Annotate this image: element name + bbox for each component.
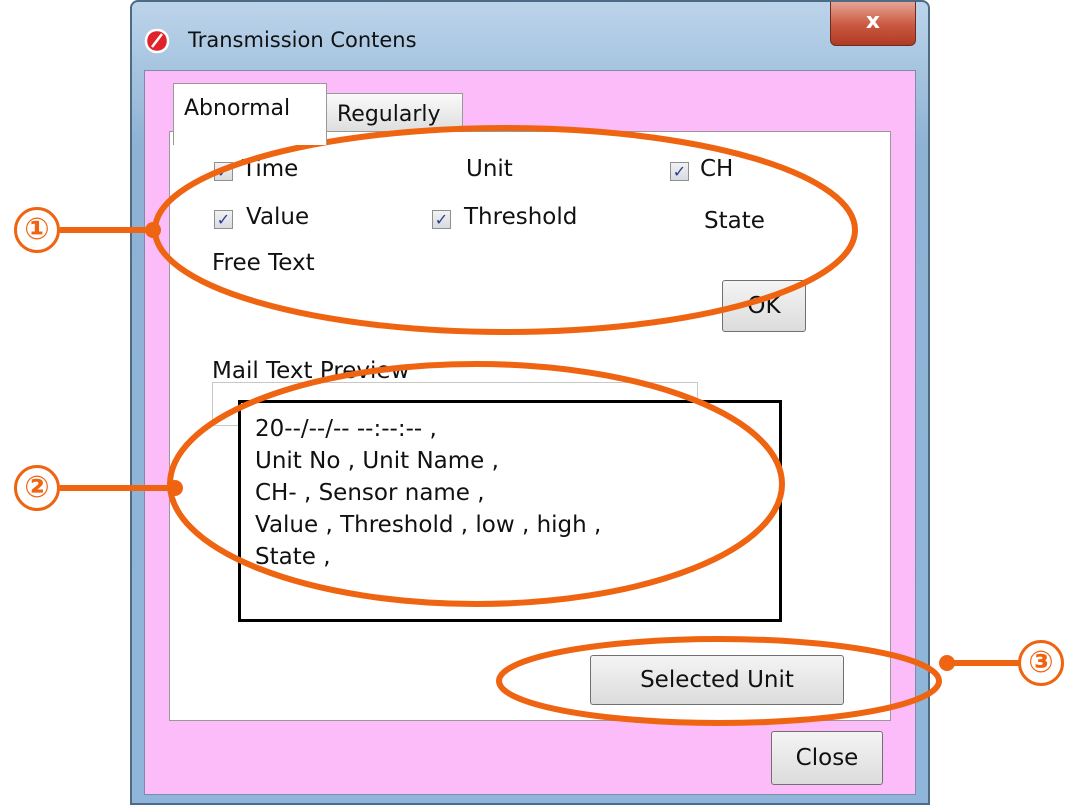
callout-2: ② <box>14 465 60 511</box>
tab-abnormal[interactable]: Abnormal <box>173 83 327 145</box>
annotation-ellipse-2 <box>167 361 785 607</box>
leader-dot-3 <box>939 655 955 671</box>
callout-3: ③ <box>1018 640 1064 686</box>
annotation-ellipse-3 <box>496 636 942 726</box>
annotation-overlay <box>60 125 1020 726</box>
annotation-ellipse-1 <box>152 125 858 335</box>
leader-dot-2 <box>167 480 183 496</box>
leader-dot-1 <box>145 222 161 238</box>
callout-1: ① <box>14 207 60 253</box>
